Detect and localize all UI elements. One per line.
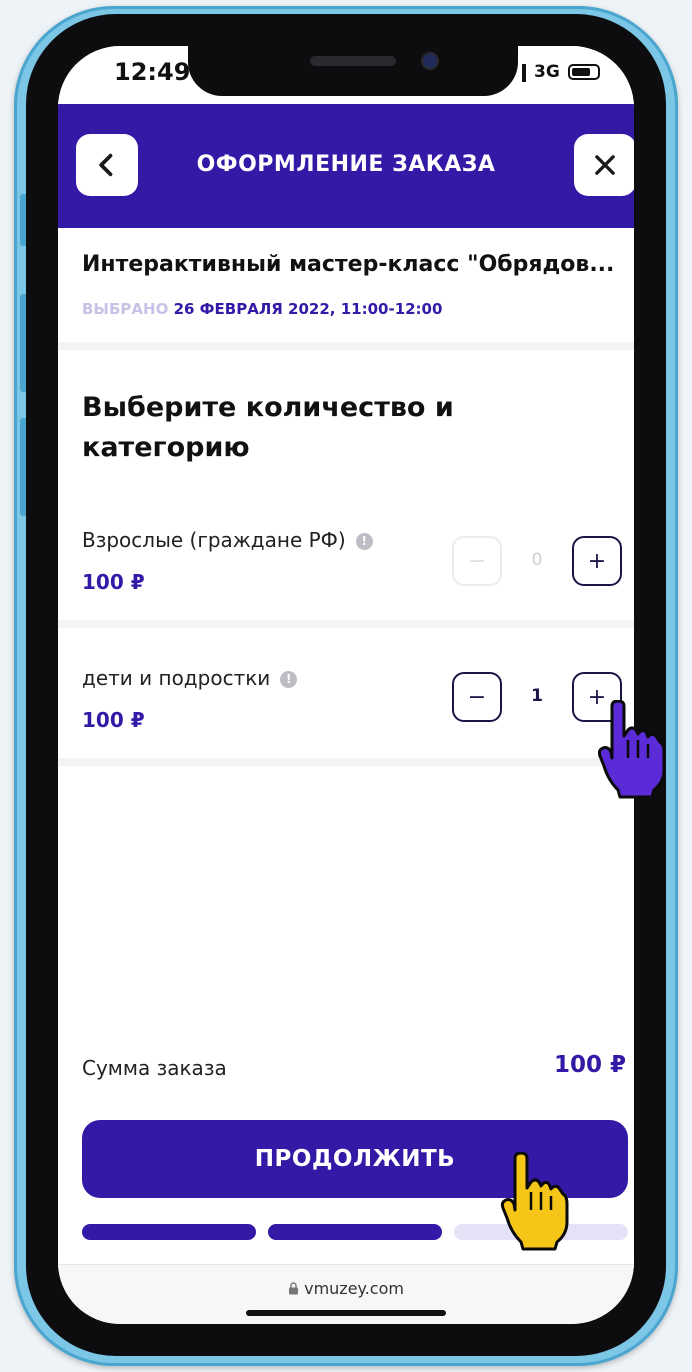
ticket-count: 0	[531, 550, 543, 570]
ticket-count: 1	[531, 686, 543, 706]
decrement-button[interactable]: −	[452, 672, 502, 722]
phone-screen: 12:49 3G ОФОРМЛЕНИЕ ЗАКАЗА Интерактивный…	[58, 46, 634, 1324]
notch	[188, 46, 518, 96]
selected-date-label: ВЫБРАНО	[82, 300, 169, 318]
lock-icon	[288, 1279, 304, 1298]
increment-button[interactable]: +	[572, 536, 622, 586]
speaker-grille	[310, 56, 396, 66]
info-icon[interactable]: !	[355, 533, 373, 550]
ticket-name-label: Взрослые (граждане РФ)	[82, 528, 346, 552]
url-text: vmuzey.com	[58, 1279, 634, 1298]
battery-icon	[568, 64, 600, 80]
progress-step	[268, 1224, 442, 1240]
selected-date: ВЫБРАНО 26 ФЕВРАЛЯ 2022, 11:00-12:00	[82, 300, 442, 318]
event-title: Интерактивный мастер-класс "Обрядов...	[82, 252, 615, 277]
status-time: 12:49	[114, 58, 191, 86]
status-bar: 12:49 3G	[58, 46, 634, 104]
url-value: vmuzey.com	[304, 1279, 404, 1298]
order-sum-value: 100 ₽	[553, 1052, 626, 1078]
network-type: 3G	[534, 62, 560, 82]
order-header: ОФОРМЛЕНИЕ ЗАКАЗА	[58, 104, 634, 228]
divider	[58, 758, 634, 766]
front-camera	[421, 52, 439, 70]
ticket-price: 100 ₽	[82, 570, 145, 594]
hand-pointer-icon	[500, 1152, 569, 1251]
ticket-name-label: дети и подростки	[82, 666, 271, 690]
page-title: ОФОРМЛЕНИЕ ЗАКАЗА	[196, 152, 496, 177]
close-button[interactable]	[574, 134, 634, 196]
signal-icon	[522, 64, 526, 82]
divider	[58, 342, 634, 350]
decrement-button[interactable]: −	[452, 536, 502, 586]
close-icon	[595, 155, 615, 175]
divider	[58, 620, 634, 628]
home-indicator	[246, 1310, 446, 1316]
selected-date-value: 26 ФЕВРАЛЯ 2022, 11:00-12:00	[173, 300, 443, 318]
ticket-price: 100 ₽	[82, 708, 145, 732]
order-sum-label: Сумма заказа	[82, 1056, 227, 1080]
section-title: Выберите количество и категорию	[82, 392, 454, 463]
ticket-name: дети и подростки!	[82, 666, 298, 690]
progress-step	[82, 1224, 256, 1240]
ticket-name: Взрослые (граждане РФ)!	[82, 528, 373, 552]
back-button[interactable]	[76, 134, 138, 196]
info-icon[interactable]: !	[280, 671, 298, 688]
chevron-left-icon	[99, 153, 113, 177]
hand-pointer-icon	[598, 700, 666, 799]
